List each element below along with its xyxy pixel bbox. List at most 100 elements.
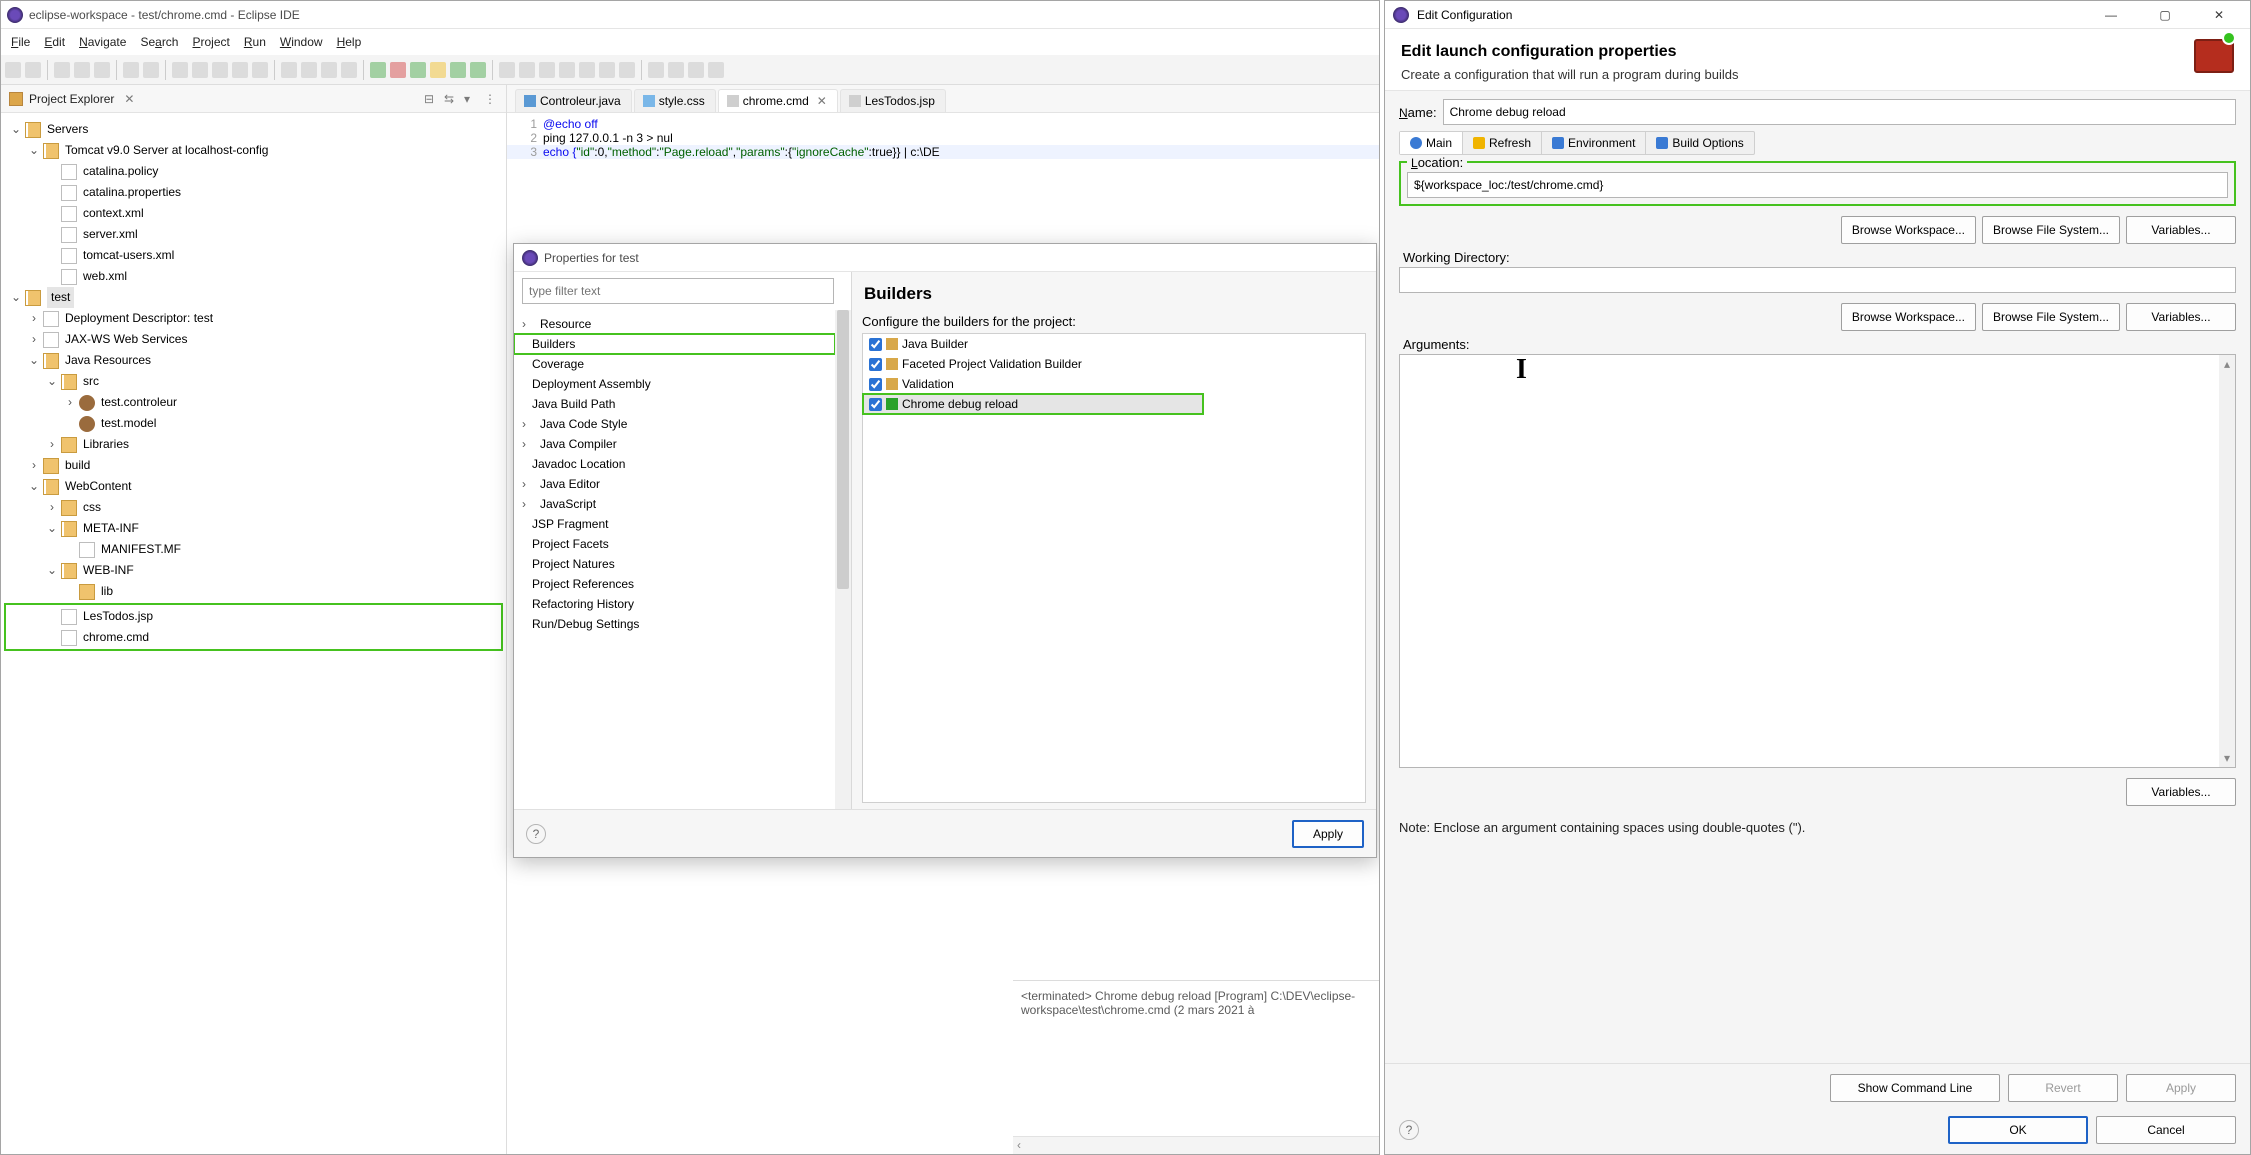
variables-button[interactable]: Variables... bbox=[2126, 216, 2236, 244]
menu-help[interactable]: Help bbox=[337, 35, 362, 49]
menu-run[interactable]: Run bbox=[244, 35, 266, 49]
tree-item-tomcat[interactable]: ⌄Tomcat v9.0 Server at localhost-config bbox=[5, 140, 502, 161]
toolbar-button[interactable] bbox=[5, 62, 21, 78]
collapse-all-icon[interactable]: ⊟ bbox=[424, 92, 438, 106]
toolbar-button[interactable] bbox=[252, 62, 268, 78]
properties-nav-item[interactable]: Resource bbox=[514, 314, 835, 334]
toolbar-button[interactable] bbox=[123, 62, 139, 78]
cfg-tab-main[interactable]: Main bbox=[1400, 132, 1463, 154]
tree-item[interactable]: chrome.cmd bbox=[5, 627, 502, 648]
builder-checkbox[interactable] bbox=[869, 338, 882, 351]
properties-nav-item[interactable]: Java Editor bbox=[514, 474, 835, 494]
properties-nav-item[interactable]: Project References bbox=[514, 574, 835, 594]
toolbar-button[interactable] bbox=[619, 62, 635, 78]
menu-project[interactable]: Project bbox=[192, 35, 229, 49]
properties-nav-item[interactable]: Refactoring History bbox=[514, 594, 835, 614]
toolbar-button[interactable] bbox=[559, 62, 575, 78]
view-menu-icon[interactable]: ⋮ bbox=[484, 92, 498, 106]
builder-item[interactable]: Java Builder bbox=[863, 334, 1365, 354]
properties-nav-item[interactable]: JSP Fragment bbox=[514, 514, 835, 534]
builder-checkbox[interactable] bbox=[869, 358, 882, 371]
close-icon[interactable]: ✕ bbox=[817, 94, 827, 108]
apply-button[interactable]: Apply bbox=[2126, 1074, 2236, 1102]
toolbar-button[interactable] bbox=[54, 62, 70, 78]
properties-nav-item[interactable]: Project Natures bbox=[514, 554, 835, 574]
toolbar-button[interactable] bbox=[499, 62, 515, 78]
minimize-button[interactable]: — bbox=[2088, 1, 2134, 29]
help-icon[interactable]: ? bbox=[526, 824, 546, 844]
editor-tab-lestodos[interactable]: LesTodos.jsp bbox=[840, 89, 946, 112]
toolbar-button[interactable] bbox=[390, 62, 406, 78]
builder-checkbox[interactable] bbox=[869, 378, 882, 391]
tree-item[interactable]: catalina.policy bbox=[5, 161, 502, 182]
toolbar-button[interactable] bbox=[232, 62, 248, 78]
arguments-textarea[interactable]: I ▴▾ bbox=[1399, 354, 2236, 768]
editor-tab-controleur[interactable]: Controleur.java bbox=[515, 89, 632, 112]
properties-nav-item[interactable]: Coverage bbox=[514, 354, 835, 374]
properties-nav-item[interactable]: Java Build Path bbox=[514, 394, 835, 414]
toolbar-button[interactable] bbox=[410, 62, 426, 78]
close-icon[interactable]: ✕ bbox=[124, 92, 134, 106]
maximize-button[interactable]: ▢ bbox=[2142, 1, 2188, 29]
variables-button-args[interactable]: Variables... bbox=[2126, 778, 2236, 806]
tree-item[interactable]: ⌄WebContent bbox=[5, 476, 502, 497]
toolbar-button[interactable] bbox=[688, 62, 704, 78]
toolbar-button[interactable] bbox=[212, 62, 228, 78]
scrollbar[interactable]: ▴▾ bbox=[2219, 355, 2235, 767]
cancel-button[interactable]: Cancel bbox=[2096, 1116, 2236, 1144]
toolbar-button[interactable] bbox=[25, 62, 41, 78]
browse-workspace-button[interactable]: Browse Workspace... bbox=[1841, 216, 1976, 244]
close-button[interactable]: ✕ bbox=[2196, 1, 2242, 29]
tree-item[interactable]: lib bbox=[5, 581, 502, 602]
toolbar-button[interactable] bbox=[143, 62, 159, 78]
builders-list[interactable]: Java Builder Faceted Project Validation … bbox=[862, 333, 1366, 803]
apply-button[interactable]: Apply bbox=[1292, 820, 1364, 848]
menu-file[interactable]: File bbox=[11, 35, 30, 49]
ok-button[interactable]: OK bbox=[1948, 1116, 2088, 1144]
properties-nav-item[interactable]: Java Compiler bbox=[514, 434, 835, 454]
variables-button-wd[interactable]: Variables... bbox=[2126, 303, 2236, 331]
editor-tab-style[interactable]: style.css bbox=[634, 89, 716, 112]
browse-filesystem-button[interactable]: Browse File System... bbox=[1982, 216, 2120, 244]
toolbar-button[interactable] bbox=[94, 62, 110, 78]
toolbar-button[interactable] bbox=[321, 62, 337, 78]
editor-body[interactable]: 1@echo off 2ping 127.0.0.1 -n 3 > nul 3e… bbox=[507, 113, 1379, 203]
tree-item[interactable]: web.xml bbox=[5, 266, 502, 287]
toolbar-button[interactable] bbox=[430, 62, 446, 78]
menubar[interactable]: File Edit Navigate Search Project Run Wi… bbox=[1, 29, 1379, 55]
tree-item[interactable]: test.model bbox=[5, 413, 502, 434]
tree-item[interactable]: context.xml bbox=[5, 203, 502, 224]
properties-nav-item-builders[interactable]: Builders bbox=[514, 334, 835, 354]
properties-nav-item[interactable]: Run/Debug Settings bbox=[514, 614, 835, 634]
toolbar-button[interactable] bbox=[470, 62, 486, 78]
properties-nav-item[interactable]: Deployment Assembly bbox=[514, 374, 835, 394]
tree-item-test[interactable]: ⌄test bbox=[5, 287, 502, 308]
properties-nav-item[interactable]: Project Facets bbox=[514, 534, 835, 554]
scrollbar-thumb[interactable] bbox=[837, 310, 849, 589]
toolbar-button[interactable] bbox=[301, 62, 317, 78]
editor-tab-chrome[interactable]: chrome.cmd✕ bbox=[718, 89, 838, 112]
link-editor-icon[interactable]: ⇆ bbox=[444, 92, 458, 106]
tree-item[interactable]: ›test.controleur bbox=[5, 392, 502, 413]
builder-item[interactable]: Faceted Project Validation Builder bbox=[863, 354, 1365, 374]
tree-item[interactable]: tomcat-users.xml bbox=[5, 245, 502, 266]
menu-edit[interactable]: Edit bbox=[44, 35, 65, 49]
browse-workspace-button-wd[interactable]: Browse Workspace... bbox=[1841, 303, 1976, 331]
name-input[interactable] bbox=[1443, 99, 2236, 125]
cfg-tab-environment[interactable]: Environment bbox=[1542, 132, 1646, 154]
tree-item[interactable]: ›Deployment Descriptor: test bbox=[5, 308, 502, 329]
toolbar-button[interactable] bbox=[192, 62, 208, 78]
tree-item[interactable]: server.xml bbox=[5, 224, 502, 245]
builder-item[interactable]: Validation bbox=[863, 374, 1365, 394]
toolbar-button[interactable] bbox=[74, 62, 90, 78]
toolbar-button[interactable] bbox=[539, 62, 555, 78]
menu-search[interactable]: Search bbox=[140, 35, 178, 49]
scrollbar[interactable] bbox=[835, 310, 851, 809]
toolbar-button[interactable] bbox=[708, 62, 724, 78]
toolbar-button[interactable] bbox=[341, 62, 357, 78]
menu-navigate[interactable]: Navigate bbox=[79, 35, 126, 49]
toolbar-button[interactable] bbox=[370, 62, 386, 78]
working-directory-input[interactable] bbox=[1399, 267, 2236, 293]
cfg-tab-build-options[interactable]: Build Options bbox=[1646, 132, 1753, 154]
cfg-tab-refresh[interactable]: Refresh bbox=[1463, 132, 1542, 154]
